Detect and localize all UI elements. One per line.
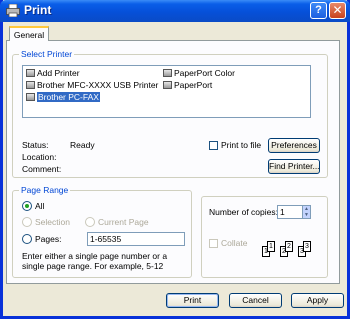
all-label[interactable]: All bbox=[35, 201, 44, 211]
print-to-file-label[interactable]: Print to file bbox=[221, 140, 261, 150]
find-printer-button[interactable]: Find Printer... bbox=[268, 159, 320, 174]
window-title: Print bbox=[24, 3, 52, 17]
preferences-button[interactable]: Preferences bbox=[268, 138, 320, 153]
pages-input[interactable]: 1-65535 bbox=[87, 232, 185, 246]
print-to-file-checkbox[interactable] bbox=[209, 141, 218, 150]
printer-icon bbox=[163, 81, 172, 89]
pages-radio[interactable] bbox=[22, 234, 32, 244]
collate-page-icon: 3 bbox=[303, 241, 311, 252]
printer-item-paperport-color[interactable]: PaperPort Color bbox=[163, 68, 235, 79]
close-button[interactable]: ✕ bbox=[329, 2, 346, 19]
title-bar[interactable]: Print ? ✕ bbox=[0, 0, 350, 22]
page-range-group: Page Range All Selection Current Page Pa… bbox=[12, 185, 192, 278]
printer-item-paperport[interactable]: PaperPort bbox=[163, 80, 212, 91]
collate-checkbox[interactable] bbox=[209, 239, 218, 248]
location-label: Location: bbox=[22, 152, 57, 162]
current-page-label[interactable]: Current Page bbox=[98, 217, 149, 227]
help-button[interactable]: ? bbox=[310, 2, 327, 19]
cancel-button[interactable]: Cancel bbox=[229, 293, 282, 308]
tab-general[interactable]: General bbox=[9, 26, 49, 41]
selection-radio[interactable] bbox=[22, 217, 32, 227]
spin-down-icon: ▼ bbox=[304, 212, 309, 218]
printer-icon bbox=[163, 69, 172, 77]
copies-spinner[interactable]: ▲ ▼ bbox=[302, 205, 311, 219]
print-dialog: Print ? ✕ General Select Printer Add Pri… bbox=[0, 0, 350, 319]
selection-label[interactable]: Selection bbox=[35, 217, 70, 227]
status-label: Status: bbox=[22, 140, 49, 150]
printer-item-brother-usb[interactable]: Brother MFC-XXXX USB Printer bbox=[26, 80, 158, 91]
collate-page-icon: 1 bbox=[267, 241, 275, 252]
printer-list[interactable]: Add Printer PaperPort Color Brother MFC-… bbox=[22, 65, 311, 118]
add-printer-icon bbox=[26, 69, 35, 77]
select-printer-legend: Select Printer bbox=[19, 49, 75, 59]
page-range-legend: Page Range bbox=[19, 185, 71, 195]
copies-input[interactable]: 1 bbox=[277, 205, 303, 219]
select-printer-group: Select Printer Add Printer PaperPort Col… bbox=[12, 49, 328, 178]
comment-label: Comment: bbox=[22, 164, 62, 174]
pages-label[interactable]: Pages: bbox=[35, 234, 61, 244]
copies-group: Number of copies: 1 ▲ ▼ Collate 1 1 2 2 … bbox=[201, 196, 328, 278]
print-button[interactable]: Print bbox=[166, 293, 219, 308]
general-panel: Select Printer Add Printer PaperPort Col… bbox=[6, 40, 340, 284]
current-page-radio[interactable] bbox=[85, 217, 95, 227]
copies-label: Number of copies: bbox=[209, 207, 278, 217]
all-radio[interactable] bbox=[22, 201, 32, 211]
status-value: Ready bbox=[70, 140, 95, 150]
collate-page-icon: 2 bbox=[285, 241, 293, 252]
apply-button[interactable]: Apply bbox=[291, 293, 344, 308]
printer-item-brother-pc-fax[interactable]: Brother PC-FAX bbox=[26, 92, 100, 103]
printer-icon bbox=[6, 4, 20, 17]
printer-icon bbox=[26, 81, 35, 89]
fax-icon bbox=[26, 93, 35, 101]
printer-item-add-printer[interactable]: Add Printer bbox=[26, 68, 80, 79]
collate-label[interactable]: Collate bbox=[221, 238, 247, 248]
page-range-hint: Enter either a single page number or a s… bbox=[22, 251, 168, 271]
